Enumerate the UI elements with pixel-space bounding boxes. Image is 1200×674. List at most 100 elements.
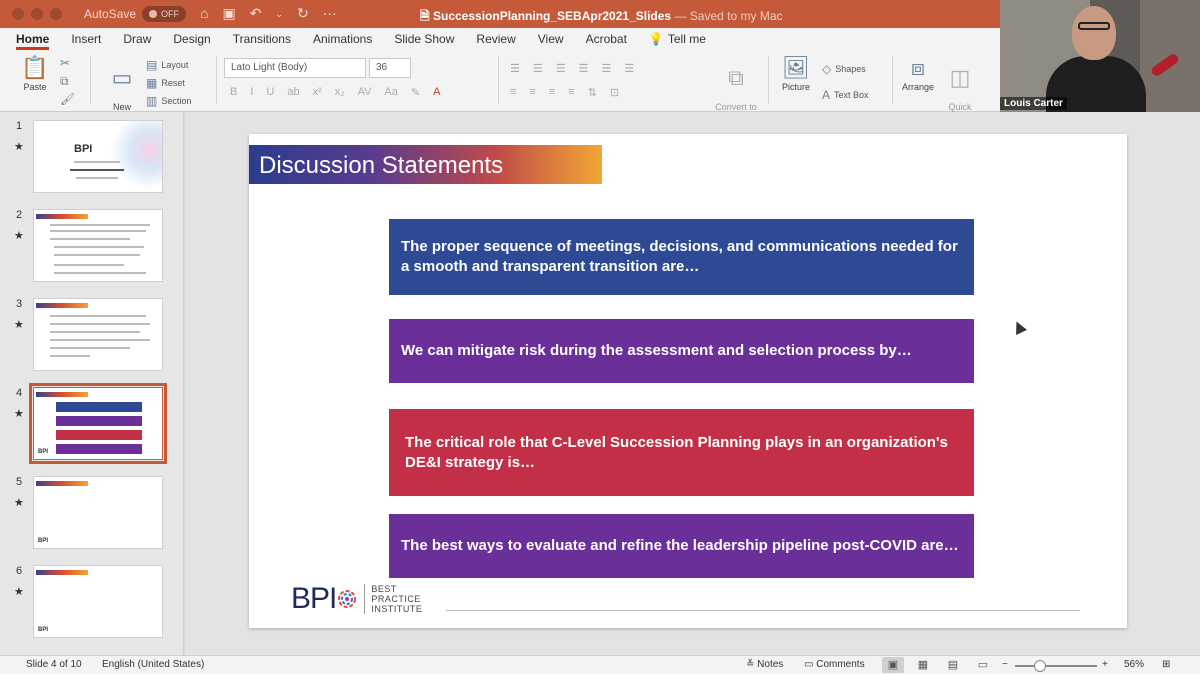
slide-title[interactable]: Discussion Statements — [249, 145, 602, 184]
tab-transitions[interactable]: Transitions — [233, 28, 291, 50]
tab-review[interactable]: Review — [476, 28, 515, 50]
language-indicator[interactable]: English (United States) — [102, 659, 204, 670]
bullets-icon[interactable]: ☰ — [510, 62, 520, 75]
autosave-control[interactable]: AutoSave OFF — [84, 6, 187, 22]
participant-name: Louis Carter — [1000, 97, 1067, 110]
reset-button[interactable]: ▦ Reset — [146, 76, 185, 90]
font-color-icon[interactable]: A — [433, 86, 440, 99]
thumbnail-image-selected[interactable]: BPI — [29, 383, 167, 464]
chevron-down-icon[interactable]: ⌄ — [275, 5, 283, 23]
minimize-window-button[interactable] — [31, 8, 43, 20]
logo-sub-line: BEST — [371, 584, 397, 594]
copy-icon: ⧉ — [60, 74, 69, 88]
title-bar-mini — [36, 214, 88, 219]
columns-icon[interactable]: ☰ — [624, 62, 634, 75]
comments-button[interactable]: ▭ Comments — [804, 659, 865, 670]
bold-icon[interactable]: B — [230, 86, 237, 99]
outdent-icon[interactable]: ☰ — [579, 62, 589, 75]
text-line — [50, 339, 150, 341]
italic-icon[interactable]: I — [250, 86, 253, 99]
statement-box-2[interactable]: We can mitigate risk during the assessme… — [389, 319, 974, 383]
text-line — [70, 169, 124, 171]
notes-button[interactable]: ≚ Notes — [746, 659, 783, 670]
tab-draw[interactable]: Draw — [123, 28, 151, 50]
zoom-slider[interactable] — [1015, 665, 1097, 667]
undo-icon[interactable]: ↶ — [250, 5, 262, 23]
indent-icon[interactable]: ☰ — [556, 62, 566, 75]
slide-sorter-button[interactable]: ▦ — [912, 657, 934, 673]
zoom-slider-handle[interactable] — [1034, 660, 1046, 672]
slide-thumbnail-panel[interactable]: 1 ★ BPI 2 ★ 3 ★ 4 ★ BPI 5 ★ BPI 6 ★ BPI — [0, 112, 184, 655]
spacing-icon[interactable]: AV — [358, 86, 372, 99]
highlight-icon[interactable]: ✎ — [411, 86, 420, 99]
thumbnail-image[interactable]: BPI — [33, 120, 163, 193]
tab-insert[interactable]: Insert — [71, 28, 101, 50]
align-right-icon[interactable]: ≡ — [549, 86, 555, 99]
thumbnail-image[interactable]: BPI — [33, 476, 163, 549]
ribbon-tabs: Home Insert Draw Design Transitions Anim… — [0, 28, 1000, 50]
font-size-select[interactable]: 36 — [369, 58, 411, 78]
paste-button[interactable]: 📋 Paste — [18, 55, 52, 93]
underline-icon[interactable]: U — [266, 86, 274, 99]
thumbnail-image[interactable] — [33, 209, 163, 282]
picture-button[interactable]: 🖼 Picture — [778, 56, 814, 93]
layout-button[interactable]: ▤ Layout — [146, 58, 188, 72]
text-line — [54, 246, 144, 248]
zoom-window-button[interactable] — [50, 8, 62, 20]
close-window-button[interactable] — [12, 8, 24, 20]
tab-animations[interactable]: Animations — [313, 28, 372, 50]
lightbulb-icon: 💡 — [648, 32, 664, 46]
slide-counter: Slide 4 of 10 — [26, 659, 82, 670]
arrange-button[interactable]: ⧈ Arrange — [900, 56, 936, 93]
zoom-level[interactable]: 56% — [1124, 659, 1144, 670]
star-icon: ★ — [14, 141, 24, 153]
line-spacing-icon[interactable]: ☰ — [602, 62, 612, 75]
format-painter-button[interactable]: 🖌 — [60, 92, 75, 106]
save-icon[interactable]: ▣ — [223, 5, 236, 23]
align-text-icon[interactable]: ⊡ — [610, 86, 619, 99]
zoom-in-icon[interactable]: + — [1102, 659, 1108, 670]
tell-me-search[interactable]: 💡 Tell me — [649, 28, 706, 50]
statement-box-3[interactable]: The critical role that C-Level Successio… — [389, 409, 974, 496]
thumbnail-image[interactable]: BPI — [33, 565, 163, 638]
slideshow-button[interactable]: ▭ — [972, 657, 994, 673]
subscript-icon[interactable]: x₂ — [335, 86, 345, 99]
bpi-logo[interactable]: BPI BEST PRACTICE INSTITUTE — [291, 582, 422, 616]
superscript-icon[interactable]: x² — [313, 86, 322, 99]
statement-box-4[interactable]: The best ways to evaluate and refine the… — [389, 514, 974, 578]
font-name-select[interactable]: Lato Light (Body) — [224, 58, 366, 78]
justify-icon[interactable]: ≡ — [568, 86, 574, 99]
text-direction-icon[interactable]: ⇅ — [588, 86, 597, 99]
text-line — [50, 238, 130, 240]
section-button[interactable]: ▥ Section — [146, 94, 191, 108]
numbering-icon[interactable]: ☰ — [533, 62, 543, 75]
zoom-out-icon[interactable]: − — [1002, 659, 1008, 670]
normal-view-button[interactable]: ▣ — [882, 657, 904, 673]
strikethrough-icon[interactable]: ab — [287, 86, 299, 99]
cut-button[interactable]: ✂ — [60, 56, 70, 70]
slide-number: 4 — [16, 387, 23, 399]
thumbnail-image[interactable] — [33, 298, 163, 371]
tab-slide-show[interactable]: Slide Show — [394, 28, 454, 50]
current-slide[interactable]: Discussion Statements The proper sequenc… — [249, 134, 1127, 628]
tab-home[interactable]: Home — [16, 28, 50, 50]
title-bar: AutoSave OFF ⌂ ▣ ↶ ⌄ ↻ ··· 🗎 SuccessionP… — [0, 0, 1000, 28]
statement-box-1[interactable]: The proper sequence of meetings, decisio… — [389, 219, 974, 295]
tab-design[interactable]: Design — [173, 28, 210, 50]
align-left-icon[interactable]: ≡ — [510, 86, 516, 99]
text-box-button[interactable]: A Text Box — [822, 88, 869, 102]
statement-text: The proper sequence of meetings, decisio… — [401, 238, 958, 275]
autosave-toggle[interactable]: OFF — [142, 6, 187, 22]
fit-to-window-icon[interactable]: ⊞ — [1162, 659, 1170, 670]
home-icon[interactable]: ⌂ — [200, 5, 208, 23]
align-center-icon[interactable]: ≡ — [529, 86, 535, 99]
copy-button[interactable]: ⧉ — [60, 74, 69, 89]
more-icon[interactable]: ··· — [323, 5, 337, 23]
redo-icon[interactable]: ↻ — [297, 5, 309, 23]
clipboard-icon: 📋 — [21, 55, 49, 80]
tab-view[interactable]: View — [538, 28, 564, 50]
tab-acrobat[interactable]: Acrobat — [586, 28, 627, 50]
shapes-button[interactable]: ◇ Shapes — [822, 62, 866, 76]
change-case-icon[interactable]: Aa — [384, 86, 397, 99]
reading-view-button[interactable]: ▤ — [942, 657, 964, 673]
